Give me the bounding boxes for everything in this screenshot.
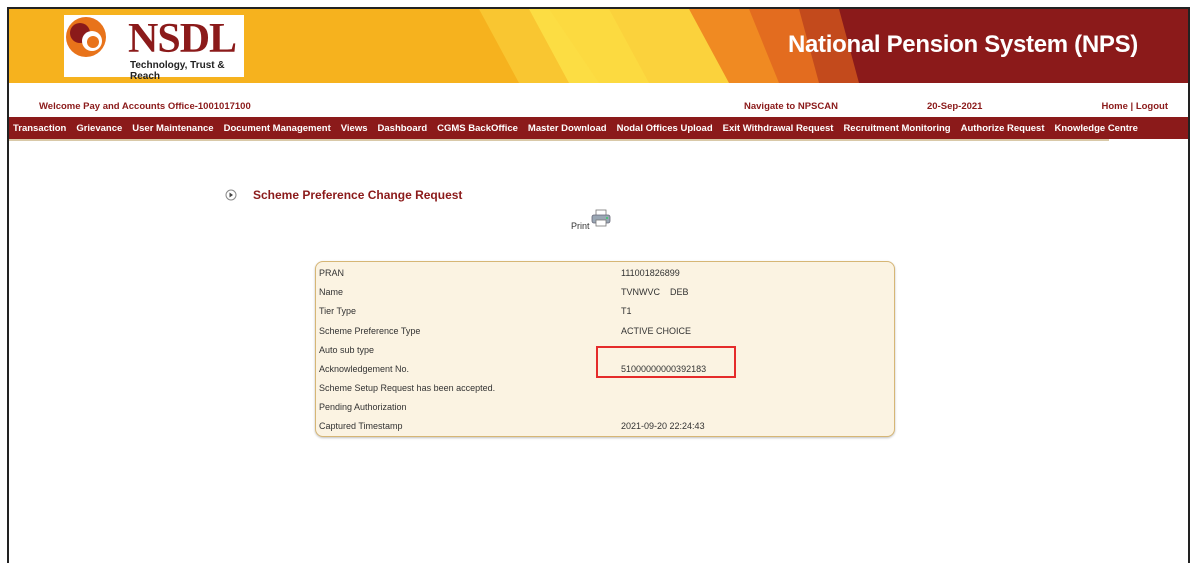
welcome-text: Welcome Pay and Accounts Office-10010171… — [39, 101, 251, 112]
home-logout-links[interactable]: Home | Logout — [1101, 101, 1168, 112]
row-tier: Tier Type T1 — [316, 302, 894, 320]
menu-item-recruitment-monitoring[interactable]: Recruitment Monitoring — [843, 123, 950, 134]
print-label: Print — [571, 221, 590, 231]
row-pran: PRAN 111001826899 — [316, 264, 894, 282]
navigate-link[interactable]: Navigate to NPSCAN — [744, 101, 838, 112]
tier-value: T1 — [621, 306, 632, 316]
page-title: Scheme Preference Change Request — [253, 188, 463, 202]
browser-frame: NSDL Technology, Trust & Reach National … — [7, 7, 1190, 563]
pending-message: Pending Authorization — [319, 402, 407, 412]
current-date: 20-Sep-2021 — [927, 101, 983, 112]
row-accepted: Scheme Setup Request has been accepted. — [316, 379, 894, 397]
menu-item-nodal-offices-upload[interactable]: Nodal Offices Upload — [617, 123, 713, 134]
logo-text: NSDL — [128, 16, 237, 62]
menu-item-knowledge-centre[interactable]: Knowledge Centre — [1055, 123, 1138, 134]
request-details-panel: PRAN 111001826899 Name TVNWVC DEB Tier T… — [315, 261, 895, 437]
printer-icon[interactable] — [591, 209, 611, 227]
menu-item-document-management[interactable]: Document Management — [224, 123, 331, 134]
accepted-message: Scheme Setup Request has been accepted. — [319, 383, 496, 393]
ack-label: Acknowledgement No. — [319, 364, 410, 374]
header-banner: NSDL Technology, Trust & Reach National … — [9, 9, 1188, 83]
logo-box: NSDL Technology, Trust & Reach — [64, 15, 244, 82]
logo-tagline: Technology, Trust & Reach — [130, 60, 225, 82]
scheme-pref-value: ACTIVE CHOICE — [621, 326, 692, 336]
ack-highlight-box — [596, 346, 736, 378]
menu-item-views[interactable]: Views — [341, 123, 368, 134]
menu-item-authorize-request[interactable]: Authorize Request — [961, 123, 1045, 134]
menu-divider — [9, 139, 1109, 141]
main-menu: Transaction Grievance User Maintenance D… — [9, 117, 1188, 139]
row-timestamp: Captured Timestamp 2021-09-20 22:24:43 — [316, 417, 894, 435]
print-button[interactable]: Print — [571, 209, 611, 231]
bullet-arrow-icon — [225, 189, 237, 201]
scheme-pref-label: Scheme Preference Type — [319, 326, 421, 336]
menu-item-master-download[interactable]: Master Download — [528, 123, 607, 134]
menu-item-grievance[interactable]: Grievance — [76, 123, 122, 134]
pran-value: 111001826899 — [621, 268, 680, 278]
info-bar: Welcome Pay and Accounts Office-10010171… — [9, 101, 1188, 115]
row-name: Name TVNWVC DEB — [316, 283, 894, 301]
auto-sub-label: Auto sub type — [319, 345, 375, 355]
pran-label: PRAN — [319, 268, 345, 278]
menu-item-cgms-backoffice[interactable]: CGMS BackOffice — [437, 123, 518, 134]
row-pending: Pending Authorization — [316, 398, 894, 416]
menu-item-dashboard[interactable]: Dashboard — [378, 123, 428, 134]
menu-item-user-maintenance[interactable]: User Maintenance — [132, 123, 213, 134]
section-heading: Scheme Preference Change Request — [225, 188, 462, 202]
name-label: Name — [319, 287, 344, 297]
timestamp-label: Captured Timestamp — [319, 421, 403, 431]
row-scheme-pref: Scheme Preference Type ACTIVE CHOICE — [316, 322, 894, 340]
menu-item-exit-withdrawal-request[interactable]: Exit Withdrawal Request — [723, 123, 834, 134]
timestamp-value: 2021-09-20 22:24:43 — [621, 421, 705, 431]
name-value: TVNWVC DEB — [621, 287, 689, 297]
menu-item-transaction[interactable]: Transaction — [13, 123, 66, 134]
nsdl-logo-icon — [66, 17, 106, 57]
tier-label: Tier Type — [319, 306, 357, 316]
system-title: National Pension System (NPS) — [787, 31, 1138, 58]
